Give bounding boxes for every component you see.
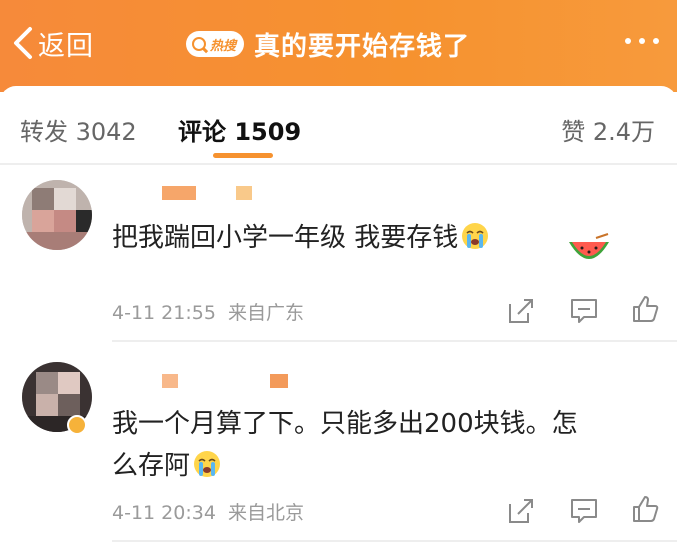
divider <box>112 340 677 342</box>
tab-comments[interactable]: 评论 1509 <box>178 112 301 147</box>
comment-text: 我一个月算了下。只能多出200块钱。怎 么存阿 <box>112 403 652 487</box>
comment-meta: 4-11 20:34 来自北京 <box>112 498 304 525</box>
search-icon <box>192 37 206 51</box>
more-icon[interactable] <box>625 38 659 44</box>
back-button[interactable]: 返回 <box>12 25 94 62</box>
back-arrow-icon <box>14 27 32 59</box>
avatar[interactable] <box>22 180 92 250</box>
back-label: 返回 <box>38 30 94 62</box>
username-redacted[interactable] <box>162 374 178 388</box>
top-bar: 返回 热搜 真的要开始存钱了 <box>0 0 677 92</box>
title-area: 热搜 真的要开始存钱了 <box>186 27 471 62</box>
hot-search-label: 热搜 <box>210 38 237 54</box>
comment-source: 来自广东 <box>227 302 304 324</box>
tab-likes[interactable]: 赞 2.4万 <box>561 112 655 147</box>
like-icon[interactable] <box>630 294 660 324</box>
username-redacted <box>236 186 252 200</box>
page-title: 真的要开始存钱了 <box>254 31 471 62</box>
comment-icon[interactable] <box>569 296 599 326</box>
comment-icon[interactable] <box>569 496 599 526</box>
verified-badge-icon <box>67 415 87 435</box>
comment-time: 4-11 20:34 <box>112 502 216 524</box>
watermelon-icon <box>569 233 609 259</box>
share-icon[interactable] <box>506 496 536 526</box>
active-tab-indicator <box>213 153 273 158</box>
comment-source: 来自北京 <box>227 502 304 524</box>
hot-search-badge[interactable]: 热搜 <box>186 31 245 57</box>
divider <box>112 540 677 542</box>
tab-bar: 转发 3042 评论 1509 赞 2.4万 <box>0 86 677 164</box>
divider <box>0 163 677 165</box>
username-redacted <box>270 374 288 388</box>
crying-face-icon <box>194 451 221 477</box>
comment-time: 4-11 21:55 <box>112 302 216 324</box>
comment-text-line: 么存阿 <box>112 445 652 487</box>
more-dot <box>625 38 631 44</box>
tab-repost[interactable]: 转发 3042 <box>20 112 137 147</box>
username-redacted[interactable] <box>162 186 196 200</box>
comment-meta: 4-11 21:55 来自广东 <box>112 298 304 325</box>
crying-face-icon <box>462 223 489 249</box>
comment-text-line: 我一个月算了下。只能多出200块钱。怎 <box>112 409 578 439</box>
more-dot <box>653 38 659 44</box>
share-icon[interactable] <box>506 296 536 326</box>
like-icon[interactable] <box>630 494 660 524</box>
more-dot <box>639 38 645 44</box>
